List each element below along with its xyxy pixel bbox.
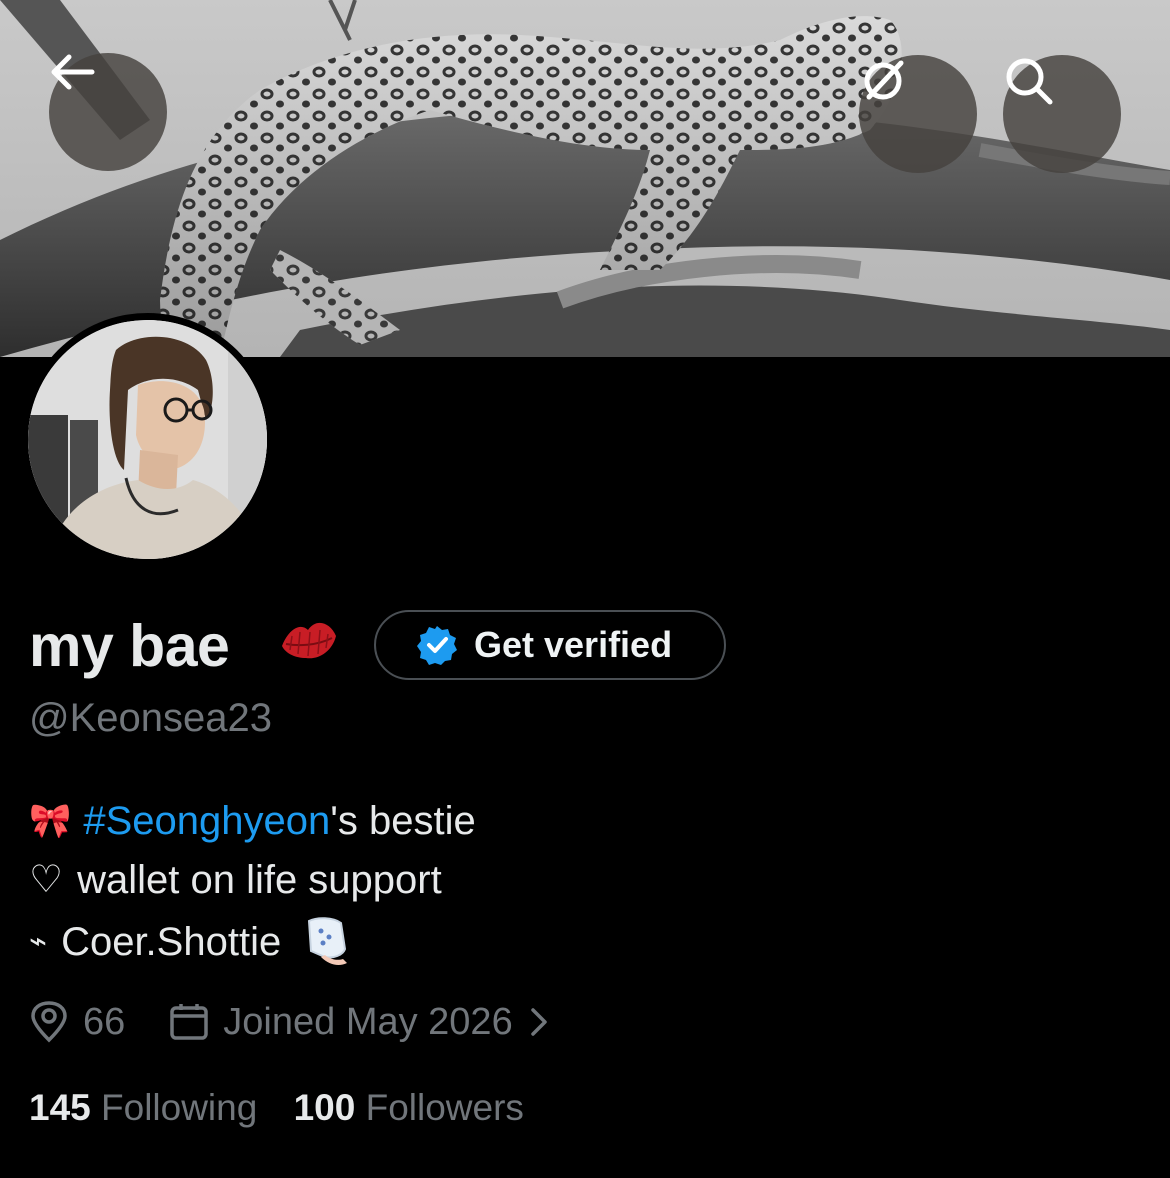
following-label: Following: [101, 1087, 258, 1128]
bio-line-2-text: wallet on life support: [77, 858, 442, 902]
search-icon: [1006, 58, 1053, 105]
ribbon-icon: 🎀: [29, 802, 72, 840]
following-link[interactable]: 145 Following: [29, 1087, 268, 1128]
profile-meta: 66 Joined May 2026: [29, 998, 549, 1046]
get-verified-button[interactable]: Get verified: [374, 610, 726, 680]
search-button[interactable]: [1003, 55, 1121, 173]
profile-banner[interactable]: [0, 0, 1170, 357]
verified-badge-icon: [417, 626, 457, 665]
bio-line-2: ♡ wallet on life support: [29, 855, 442, 905]
followers-link[interactable]: 100 Followers: [294, 1087, 524, 1128]
kiss-mark-emoji: [282, 622, 336, 659]
grok-icon: [864, 60, 904, 100]
bio-line-1-text: 's bestie: [330, 799, 476, 843]
heart-icon: ♡: [29, 859, 64, 901]
bio-line-1: 🎀 #Seonghyeon 's bestie: [29, 796, 476, 846]
grok-button[interactable]: [859, 55, 977, 173]
following-count: 145: [29, 1087, 91, 1128]
avatar-photo: [28, 320, 267, 559]
arrow-left-icon: [51, 54, 95, 90]
user-handle: @Keonsea23: [29, 696, 273, 740]
lightning-icon: ⌁: [29, 925, 48, 958]
profile-avatar[interactable]: [21, 313, 274, 566]
dice-emoji: [308, 917, 348, 965]
hashtag-link[interactable]: #Seonghyeon: [83, 796, 330, 846]
bio-line-3-text: Coer.Shottie: [61, 920, 282, 964]
location-icon: [29, 1000, 69, 1044]
followers-label: Followers: [365, 1087, 524, 1128]
display-name: my bae: [29, 613, 230, 679]
joined-date[interactable]: Joined May 2026: [223, 998, 512, 1046]
follow-stats: 145 Following 100 Followers: [29, 1085, 524, 1131]
leopard-banner-image: [0, 0, 1170, 357]
bio-line-3: ⌁ Coer.Shottie: [29, 915, 351, 969]
calendar-icon: [169, 1002, 209, 1042]
followers-count: 100: [293, 1087, 356, 1128]
back-button[interactable]: [49, 53, 167, 171]
get-verified-label: Get verified: [474, 624, 673, 665]
location-text: 66: [83, 1001, 126, 1043]
chevron-right-icon[interactable]: [529, 1006, 549, 1038]
